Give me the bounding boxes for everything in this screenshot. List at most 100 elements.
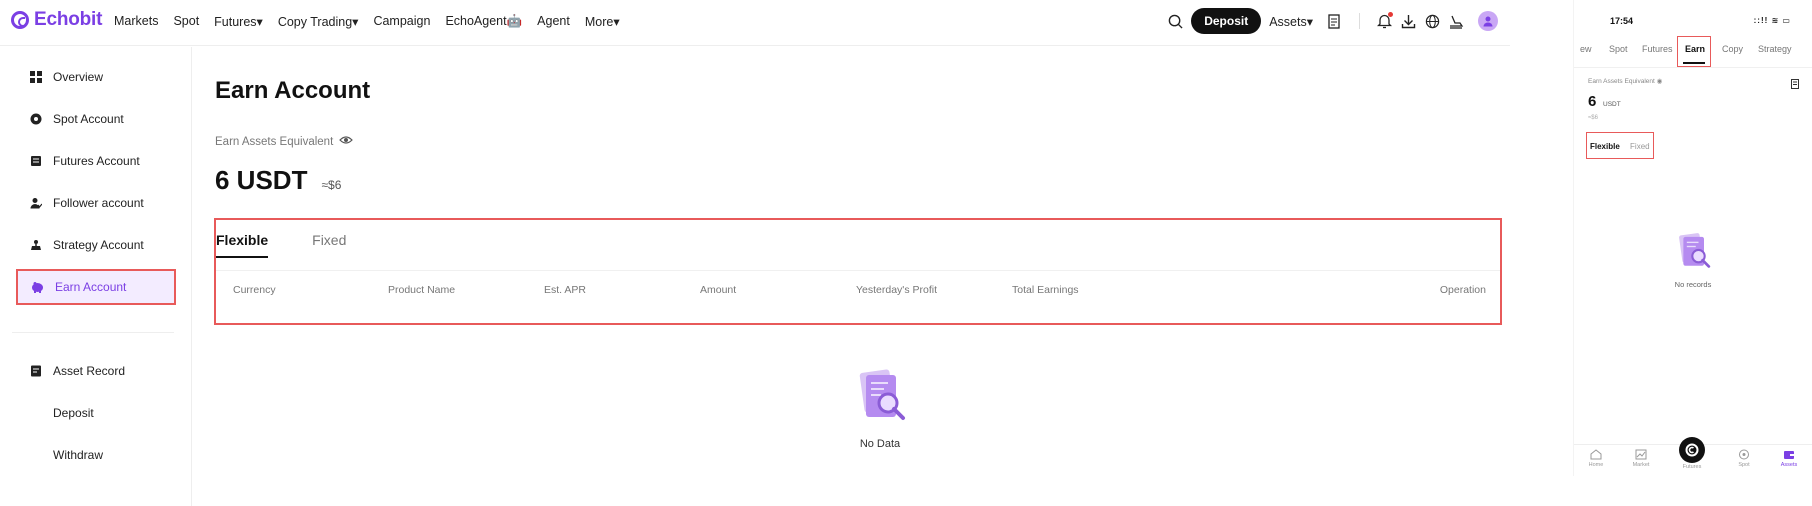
wallet-icon xyxy=(1784,451,1794,459)
mobile-tab-futures[interactable]: Futures xyxy=(1642,44,1673,54)
nav-links: Markets Spot Futures▾ Copy Trading▾ Camp… xyxy=(114,14,635,29)
earn-tabs: Flexible Fixed xyxy=(216,232,390,258)
nav-link-more[interactable]: More▾ xyxy=(585,14,620,29)
nav-link-copy-trading[interactable]: Copy Trading▾ xyxy=(278,14,359,29)
sidebar-item-label: Strategy Account xyxy=(53,238,144,252)
mobile-tab-overview[interactable]: ew xyxy=(1580,44,1592,54)
globe-icon[interactable] xyxy=(1420,9,1444,33)
column-header-total-earnings: Total Earnings xyxy=(1012,284,1079,296)
equivalent-usd: ≈$6 xyxy=(321,178,342,192)
nav-link-agent[interactable]: Agent xyxy=(537,14,570,29)
top-navigation: Echobit Markets Spot Futures▾ Copy Tradi… xyxy=(0,0,1510,46)
tab-flexible[interactable]: Flexible xyxy=(216,232,269,258)
mobile-tab-strategy[interactable]: Strategy xyxy=(1758,44,1792,54)
sidebar: Overview Spot Account Futures Account Fo… xyxy=(0,47,192,506)
bottom-nav-label: Assets xyxy=(1780,462,1798,468)
mobile-tab-spot[interactable]: Spot xyxy=(1609,44,1628,54)
main-content: Earn Account Earn Assets Equivalent 6 US… xyxy=(214,47,1505,506)
blank-icon-slot xyxy=(29,449,42,462)
bottom-nav-home[interactable]: Home xyxy=(1576,449,1616,468)
record-icon[interactable] xyxy=(1323,9,1347,33)
earn-tab-underline xyxy=(1683,62,1705,64)
mobile-equivalent-value: 6 xyxy=(1588,93,1597,110)
sidebar-item-label: Withdraw xyxy=(53,448,104,462)
sidebar-item-overview[interactable]: Overview xyxy=(16,59,176,95)
sidebar-item-follower-account[interactable]: Follower account xyxy=(16,185,176,221)
mobile-subtab-fixed[interactable]: Fixed xyxy=(1630,142,1650,151)
market-icon xyxy=(1635,449,1647,460)
assets-dropdown[interactable]: Assets▾ xyxy=(1269,14,1313,29)
spot-icon xyxy=(1739,449,1749,460)
earn-table-panel: Flexible Fixed Currency Product Name Est… xyxy=(214,218,1502,325)
sidebar-item-asset-record[interactable]: Asset Record xyxy=(16,353,176,389)
nav-link-markets[interactable]: Markets xyxy=(114,14,158,29)
mobile-equivalent-label: Earn Assets Equivalent ◉ xyxy=(1588,77,1662,85)
nav-link-futures[interactable]: Futures▾ xyxy=(214,14,263,29)
mobile-subtabs: Flexible Fixed xyxy=(1590,142,1650,151)
sidebar-item-label: Spot Account xyxy=(53,112,124,126)
bottom-nav-market[interactable]: Market xyxy=(1621,449,1661,468)
mobile-view: 17:54 ::!! ≋ ▭ ew Spot Futures Earn Copy… xyxy=(1573,0,1812,476)
bottom-nav-futures[interactable]: Futures xyxy=(1672,464,1712,470)
sidebar-item-label: Deposit xyxy=(53,406,94,420)
notification-dot xyxy=(1388,12,1393,17)
eye-icon[interactable]: ◉ xyxy=(1657,78,1663,85)
search-icon[interactable] xyxy=(1163,9,1187,33)
sidebar-item-spot-account[interactable]: Spot Account xyxy=(16,101,176,137)
bottom-nav-label: Spot xyxy=(1738,462,1750,468)
mobile-equivalent-approx: ≈$6 xyxy=(1588,115,1598,121)
sidebar-item-earn-account[interactable]: Earn Account xyxy=(16,269,176,305)
theme-icon[interactable] xyxy=(1444,9,1468,33)
mobile-subtab-flexible[interactable]: Flexible xyxy=(1590,142,1620,151)
status-time: 17:54 xyxy=(1610,16,1634,26)
equivalent-label: Earn Assets Equivalent xyxy=(215,135,334,148)
mobile-tab-divider xyxy=(1574,67,1812,68)
futures-logo-icon[interactable] xyxy=(1679,437,1705,463)
eye-icon[interactable] xyxy=(339,135,354,148)
sidebar-item-deposit[interactable]: Deposit xyxy=(16,395,176,431)
bottom-nav-label: Market xyxy=(1632,462,1650,468)
deposit-button[interactable]: Deposit xyxy=(1191,8,1262,34)
sidebar-item-futures-account[interactable]: Futures Account xyxy=(16,143,176,179)
nav-link-campaign[interactable]: Campaign xyxy=(373,14,430,29)
nav-link-spot[interactable]: Spot xyxy=(173,14,199,29)
spot-icon xyxy=(29,113,42,126)
bottom-nav-spot[interactable]: Spot xyxy=(1724,449,1764,468)
no-data-text: No Data xyxy=(859,438,901,450)
desktop-view: Echobit Markets Spot Futures▾ Copy Tradi… xyxy=(0,0,1510,506)
brand-name: Echobit xyxy=(34,9,103,30)
strategy-icon xyxy=(29,239,42,252)
grid-icon xyxy=(29,71,42,84)
brand-logo[interactable]: Echobit xyxy=(11,9,102,31)
record-icon xyxy=(29,365,42,378)
page-title: Earn Account xyxy=(215,77,371,104)
table-header-divider xyxy=(216,270,1500,271)
table-header: Currency Product Name Est. APR Amount Ye… xyxy=(216,280,1500,300)
column-header-amount: Amount xyxy=(700,284,737,296)
sidebar-item-label: Futures Account xyxy=(53,154,140,168)
record-icon[interactable] xyxy=(1791,76,1800,94)
bottom-nav-assets[interactable]: Assets xyxy=(1769,449,1809,468)
download-icon[interactable] xyxy=(1396,9,1420,33)
futures-icon xyxy=(29,155,42,168)
sidebar-item-label: Follower account xyxy=(53,196,144,210)
column-header-est-apr: Est. APR xyxy=(544,284,587,296)
sidebar-item-label: Earn Account xyxy=(55,280,127,294)
sidebar-item-withdraw[interactable]: Withdraw xyxy=(16,437,176,473)
column-header-operation: Operation xyxy=(1439,284,1486,296)
echobit-logo-icon xyxy=(11,11,29,29)
sidebar-item-strategy-account[interactable]: Strategy Account xyxy=(16,227,176,263)
follower-icon xyxy=(29,197,42,210)
mobile-tab-copy[interactable]: Copy xyxy=(1722,44,1743,54)
bell-icon[interactable] xyxy=(1372,9,1396,33)
bottom-nav-label: Home xyxy=(1588,462,1604,468)
nav-link-echoagent[interactable]: EchoAgent🤖 xyxy=(445,14,522,29)
column-header-currency: Currency xyxy=(233,284,276,296)
no-data-illustration-icon xyxy=(859,369,905,420)
no-records-illustration-icon xyxy=(1679,233,1711,268)
mobile-equivalent-label-text: Earn Assets Equivalent xyxy=(1588,78,1655,85)
nav-divider xyxy=(1359,13,1360,29)
bottom-nav-label: Futures xyxy=(1682,464,1702,470)
tab-fixed[interactable]: Fixed xyxy=(312,232,346,258)
avatar-icon[interactable] xyxy=(1478,11,1498,31)
